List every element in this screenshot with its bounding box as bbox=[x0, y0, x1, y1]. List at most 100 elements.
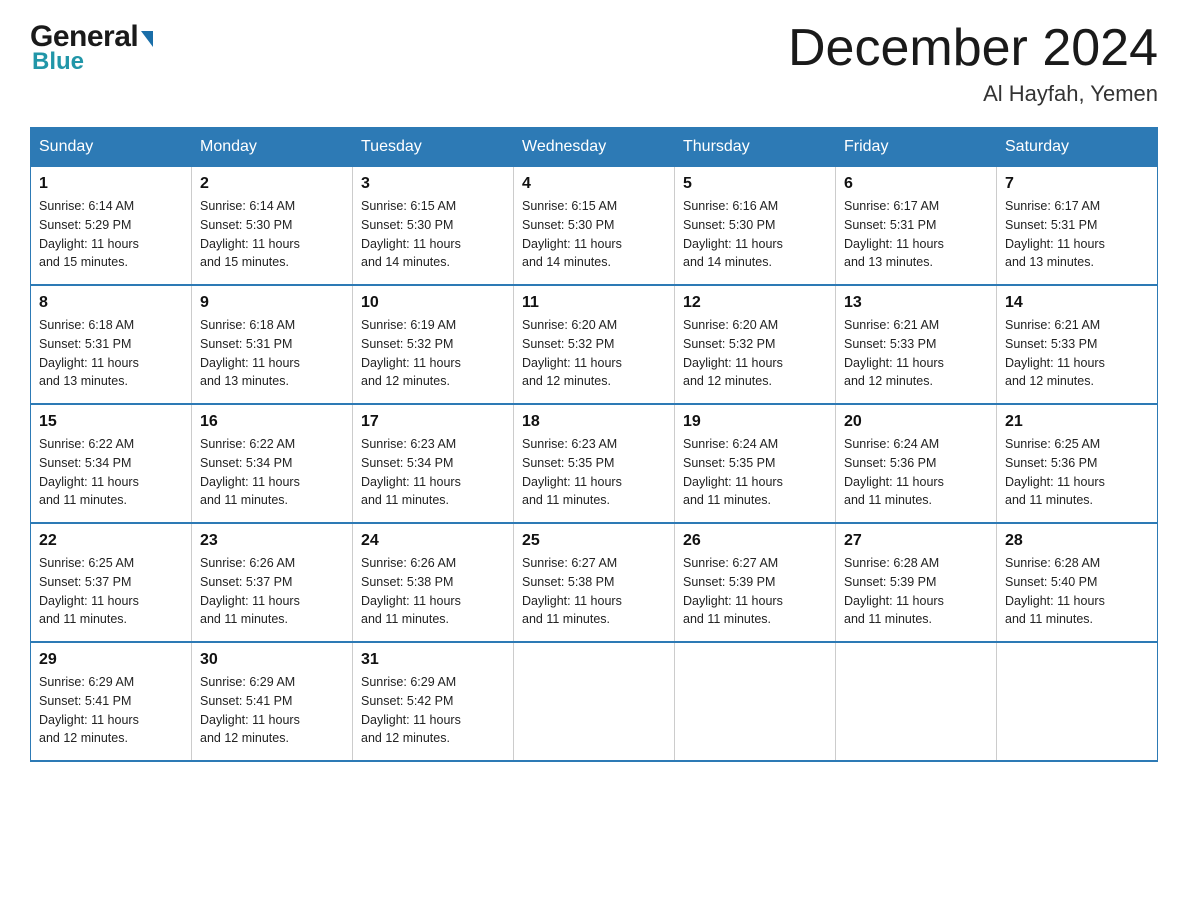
calendar-cell bbox=[836, 642, 997, 761]
calendar-cell bbox=[514, 642, 675, 761]
month-title: December 2024 bbox=[788, 20, 1158, 77]
day-info: Sunrise: 6:22 AMSunset: 5:34 PMDaylight:… bbox=[200, 435, 344, 510]
calendar-cell: 27Sunrise: 6:28 AMSunset: 5:39 PMDayligh… bbox=[836, 523, 997, 642]
calendar-cell: 20 Sunrise: 6:24 AMSunset: 5:36 PMDayligh… bbox=[836, 404, 997, 523]
calendar-body: 1 Sunrise: 6:14 AMSunset: 5:29 PMDaylight… bbox=[31, 167, 1158, 762]
day-info: Sunrise: 6:21 AMSunset: 5:33 PMDaylight:… bbox=[844, 316, 988, 391]
day-number: 29 bbox=[39, 651, 183, 669]
day-info: Sunrise: 6:21 AMSunset: 5:33 PMDaylight:… bbox=[1005, 316, 1149, 391]
day-number: 11 bbox=[522, 294, 666, 312]
calendar-cell: 9 Sunrise: 6:18 AMSunset: 5:31 PMDaylight… bbox=[192, 285, 353, 404]
day-info: Sunrise: 6:26 AMSunset: 5:37 PMDaylight:… bbox=[200, 554, 344, 629]
calendar-cell: 16Sunrise: 6:22 AMSunset: 5:34 PMDayligh… bbox=[192, 404, 353, 523]
day-number: 7 bbox=[1005, 175, 1149, 193]
day-info: Sunrise: 6:14 AMSunset: 5:29 PMDaylight:… bbox=[39, 197, 183, 272]
day-info: Sunrise: 6:16 AMSunset: 5:30 PMDaylight:… bbox=[683, 197, 827, 272]
logo: General Blue bbox=[30, 20, 153, 76]
day-info: Sunrise: 6:29 AMSunset: 5:41 PMDaylight:… bbox=[39, 673, 183, 748]
day-info: Sunrise: 6:27 AMSunset: 5:39 PMDaylight:… bbox=[683, 554, 827, 629]
calendar-row-5: 29 Sunrise: 6:29 AMSunset: 5:41 PMDayligh… bbox=[31, 642, 1158, 761]
calendar-cell: 28 Sunrise: 6:28 AMSunset: 5:40 PMDayligh… bbox=[997, 523, 1158, 642]
calendar-cell: 6 Sunrise: 6:17 AMSunset: 5:31 PMDaylight… bbox=[836, 167, 997, 286]
calendar-row-2: 8 Sunrise: 6:18 AMSunset: 5:31 PMDaylight… bbox=[31, 285, 1158, 404]
calendar-cell: 29 Sunrise: 6:29 AMSunset: 5:41 PMDayligh… bbox=[31, 642, 192, 761]
col-monday: Monday bbox=[192, 128, 353, 167]
day-info: Sunrise: 6:28 AMSunset: 5:40 PMDaylight:… bbox=[1005, 554, 1149, 629]
title-block: December 2024 Al Hayfah, Yemen bbox=[788, 20, 1158, 107]
day-number: 6 bbox=[844, 175, 988, 193]
calendar-cell: 8 Sunrise: 6:18 AMSunset: 5:31 PMDaylight… bbox=[31, 285, 192, 404]
calendar-cell: 4Sunrise: 6:15 AMSunset: 5:30 PMDaylight… bbox=[514, 167, 675, 286]
calendar-cell: 13Sunrise: 6:21 AMSunset: 5:33 PMDayligh… bbox=[836, 285, 997, 404]
day-info: Sunrise: 6:26 AMSunset: 5:38 PMDaylight:… bbox=[361, 554, 505, 629]
calendar-cell: 26 Sunrise: 6:27 AMSunset: 5:39 PMDayligh… bbox=[675, 523, 836, 642]
calendar-row-1: 1 Sunrise: 6:14 AMSunset: 5:29 PMDaylight… bbox=[31, 167, 1158, 286]
col-tuesday: Tuesday bbox=[353, 128, 514, 167]
day-info: Sunrise: 6:20 AMSunset: 5:32 PMDaylight:… bbox=[683, 316, 827, 391]
day-info: Sunrise: 6:29 AMSunset: 5:42 PMDaylight:… bbox=[361, 673, 505, 748]
day-info: Sunrise: 6:19 AMSunset: 5:32 PMDaylight:… bbox=[361, 316, 505, 391]
col-thursday: Thursday bbox=[675, 128, 836, 167]
day-info: Sunrise: 6:23 AMSunset: 5:34 PMDaylight:… bbox=[361, 435, 505, 510]
day-info: Sunrise: 6:17 AMSunset: 5:31 PMDaylight:… bbox=[844, 197, 988, 272]
day-info: Sunrise: 6:20 AMSunset: 5:32 PMDaylight:… bbox=[522, 316, 666, 391]
location: Al Hayfah, Yemen bbox=[788, 81, 1158, 107]
calendar-cell: 5 Sunrise: 6:16 AMSunset: 5:30 PMDaylight… bbox=[675, 167, 836, 286]
calendar-cell: 17 Sunrise: 6:23 AMSunset: 5:34 PMDayligh… bbox=[353, 404, 514, 523]
day-number: 8 bbox=[39, 294, 183, 312]
logo-blue-text: Blue bbox=[32, 48, 84, 76]
calendar-cell: 31 Sunrise: 6:29 AMSunset: 5:42 PMDayligh… bbox=[353, 642, 514, 761]
calendar-cell: 24 Sunrise: 6:26 AMSunset: 5:38 PMDayligh… bbox=[353, 523, 514, 642]
day-number: 24 bbox=[361, 532, 505, 550]
day-number: 10 bbox=[361, 294, 505, 312]
day-number: 4 bbox=[522, 175, 666, 193]
day-number: 3 bbox=[361, 175, 505, 193]
day-number: 26 bbox=[683, 532, 827, 550]
calendar-cell: 1 Sunrise: 6:14 AMSunset: 5:29 PMDaylight… bbox=[31, 167, 192, 286]
day-info: Sunrise: 6:24 AMSunset: 5:36 PMDaylight:… bbox=[844, 435, 988, 510]
day-number: 5 bbox=[683, 175, 827, 193]
calendar-cell: 3Sunrise: 6:15 AMSunset: 5:30 PMDaylight… bbox=[353, 167, 514, 286]
day-number: 31 bbox=[361, 651, 505, 669]
col-sunday: Sunday bbox=[31, 128, 192, 167]
day-number: 25 bbox=[522, 532, 666, 550]
day-info: Sunrise: 6:23 AMSunset: 5:35 PMDaylight:… bbox=[522, 435, 666, 510]
day-info: Sunrise: 6:24 AMSunset: 5:35 PMDaylight:… bbox=[683, 435, 827, 510]
calendar-cell: 21Sunrise: 6:25 AMSunset: 5:36 PMDayligh… bbox=[997, 404, 1158, 523]
calendar-cell: 25Sunrise: 6:27 AMSunset: 5:38 PMDayligh… bbox=[514, 523, 675, 642]
logo-triangle-icon bbox=[141, 31, 153, 47]
day-number: 23 bbox=[200, 532, 344, 550]
day-number: 2 bbox=[200, 175, 344, 193]
day-number: 9 bbox=[200, 294, 344, 312]
day-info: Sunrise: 6:18 AMSunset: 5:31 PMDaylight:… bbox=[200, 316, 344, 391]
day-info: Sunrise: 6:17 AMSunset: 5:31 PMDaylight:… bbox=[1005, 197, 1149, 272]
day-number: 19 bbox=[683, 413, 827, 431]
day-number: 21 bbox=[1005, 413, 1149, 431]
day-number: 1 bbox=[39, 175, 183, 193]
day-number: 27 bbox=[844, 532, 988, 550]
day-number: 15 bbox=[39, 413, 183, 431]
calendar-cell: 15Sunrise: 6:22 AMSunset: 5:34 PMDayligh… bbox=[31, 404, 192, 523]
calendar-table: Sunday Monday Tuesday Wednesday Thursday… bbox=[30, 127, 1158, 762]
day-number: 28 bbox=[1005, 532, 1149, 550]
day-number: 30 bbox=[200, 651, 344, 669]
day-info: Sunrise: 6:14 AMSunset: 5:30 PMDaylight:… bbox=[200, 197, 344, 272]
calendar-cell: 22Sunrise: 6:25 AMSunset: 5:37 PMDayligh… bbox=[31, 523, 192, 642]
calendar-row-3: 15 Sunrise: 6:22 AMSunset: 5:34 PMDayligh… bbox=[31, 404, 1158, 523]
day-info: Sunrise: 6:29 AMSunset: 5:41 PMDaylight:… bbox=[200, 673, 344, 748]
day-number: 20 bbox=[844, 413, 988, 431]
calendar-cell: 18Sunrise: 6:23 AMSunset: 5:35 PMDayligh… bbox=[514, 404, 675, 523]
calendar-cell: 11 Sunrise: 6:20 AMSunset: 5:32 PMDayligh… bbox=[514, 285, 675, 404]
calendar-cell bbox=[997, 642, 1158, 761]
calendar-cell: 10 Sunrise: 6:19 AMSunset: 5:32 PMDayligh… bbox=[353, 285, 514, 404]
page-header: General Blue December 2024 Al Hayfah, Ye… bbox=[30, 20, 1158, 107]
calendar-cell: 23 Sunrise: 6:26 AMSunset: 5:37 PMDayligh… bbox=[192, 523, 353, 642]
day-number: 17 bbox=[361, 413, 505, 431]
calendar-row-4: 22Sunrise: 6:25 AMSunset: 5:37 PMDayligh… bbox=[31, 523, 1158, 642]
day-info: Sunrise: 6:18 AMSunset: 5:31 PMDaylight:… bbox=[39, 316, 183, 391]
calendar-cell: 7 Sunrise: 6:17 AMSunset: 5:31 PMDaylight… bbox=[997, 167, 1158, 286]
calendar-cell: 14Sunrise: 6:21 AMSunset: 5:33 PMDayligh… bbox=[997, 285, 1158, 404]
calendar-header: Sunday Monday Tuesday Wednesday Thursday… bbox=[31, 128, 1158, 167]
day-info: Sunrise: 6:25 AMSunset: 5:37 PMDaylight:… bbox=[39, 554, 183, 629]
col-friday: Friday bbox=[836, 128, 997, 167]
